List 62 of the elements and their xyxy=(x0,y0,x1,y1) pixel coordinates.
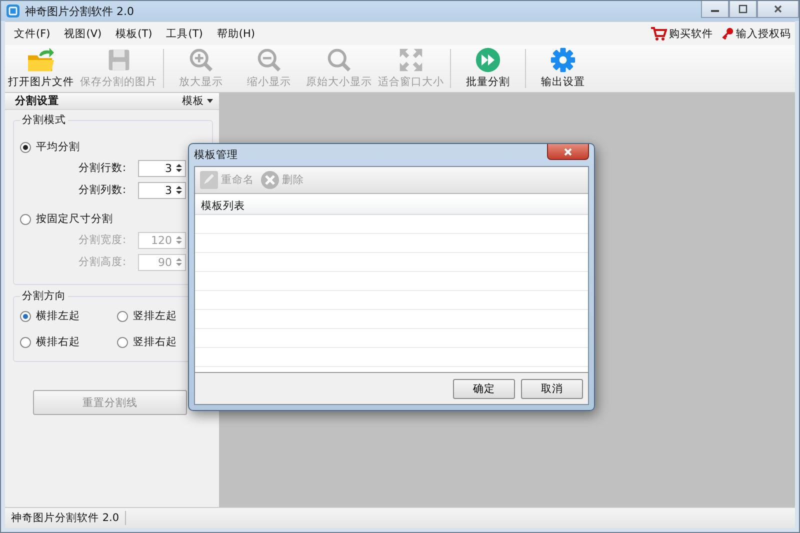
toolbar-button[interactable]: 批量分割 xyxy=(454,45,522,92)
minimize-button[interactable] xyxy=(701,1,729,18)
number-field[interactable]: 3 xyxy=(138,182,186,198)
rename-icon xyxy=(199,170,219,190)
delete-icon xyxy=(260,170,280,190)
cart-icon xyxy=(651,26,667,40)
spinner-arrows-icon xyxy=(176,163,182,173)
menu-item[interactable]: 文件(F) xyxy=(9,24,56,42)
field-label: 分割列数: xyxy=(77,183,126,197)
number-field[interactable]: 3 xyxy=(138,160,186,176)
folder-icon xyxy=(26,47,56,73)
radio-option[interactable]: 横排右起 xyxy=(20,331,80,353)
group-title: 分割模式 xyxy=(21,113,67,127)
maximize-button[interactable] xyxy=(729,1,757,18)
key-icon xyxy=(721,27,734,40)
menu-item[interactable]: 模板(T) xyxy=(110,24,158,42)
group-title: 分割方向 xyxy=(21,289,67,303)
magnifier-icon xyxy=(326,47,352,73)
status-text: 神奇图片分割软件 2.0 xyxy=(5,511,126,525)
menu-item[interactable]: 视图(V) xyxy=(59,24,107,42)
toolbar-button[interactable]: 输出设置 xyxy=(529,45,597,92)
menu-item[interactable]: 帮助(H) xyxy=(212,24,260,42)
caret-icon xyxy=(207,99,213,103)
dialog-title: 模板管理 xyxy=(194,148,238,162)
cancel-button[interactable]: 取消 xyxy=(521,378,583,398)
toolbar-button[interactable]: 打开图片文件 xyxy=(5,45,77,92)
field-label: 分割宽度: xyxy=(77,233,126,247)
radio-button[interactable] xyxy=(117,310,128,322)
close-button[interactable] xyxy=(547,144,589,160)
radio-button[interactable] xyxy=(117,336,128,348)
maximize-icon xyxy=(738,4,748,14)
radio-option[interactable]: 按固定尺寸分割 xyxy=(20,209,113,229)
template-menu[interactable]: 模板 xyxy=(182,94,213,108)
radio-button[interactable] xyxy=(20,142,31,152)
spinner-arrows-icon xyxy=(176,185,182,195)
close-icon xyxy=(563,146,573,156)
radio-button[interactable] xyxy=(20,336,31,348)
radio-option[interactable]: 竖排右起 xyxy=(117,331,177,353)
field-label: 分割高度: xyxy=(77,255,126,269)
zoom-out-icon xyxy=(256,47,282,73)
menu-link[interactable]: 购买软件 xyxy=(651,26,713,40)
spinner-arrows-icon xyxy=(176,235,182,245)
close-button[interactable] xyxy=(757,1,799,18)
settings-icon xyxy=(550,47,576,73)
ok-button[interactable]: 确定 xyxy=(453,378,515,398)
close-icon xyxy=(773,4,783,14)
fast-forward-icon xyxy=(475,47,501,73)
radio-option[interactable]: 竖排左起 xyxy=(117,305,177,327)
radio-option[interactable]: 平均分割 xyxy=(20,137,80,157)
radio-option[interactable]: 横排左起 xyxy=(20,305,80,327)
expand-arrows-icon xyxy=(398,47,424,73)
menu-link[interactable]: 输入授权码 xyxy=(721,26,791,40)
window-title: 神奇图片分割软件 2.0 xyxy=(25,4,134,18)
menu-item[interactable]: 工具(T) xyxy=(161,24,208,42)
radio-button[interactable] xyxy=(20,310,31,322)
spinner-arrows-icon xyxy=(176,257,182,267)
field-label: 分割行数: xyxy=(77,161,126,175)
column-header: 模板列表 xyxy=(195,198,588,215)
panel-title: 分割设置 xyxy=(15,94,59,108)
zoom-in-icon xyxy=(188,47,214,73)
radio-button[interactable] xyxy=(20,214,31,224)
app-icon xyxy=(6,4,20,18)
